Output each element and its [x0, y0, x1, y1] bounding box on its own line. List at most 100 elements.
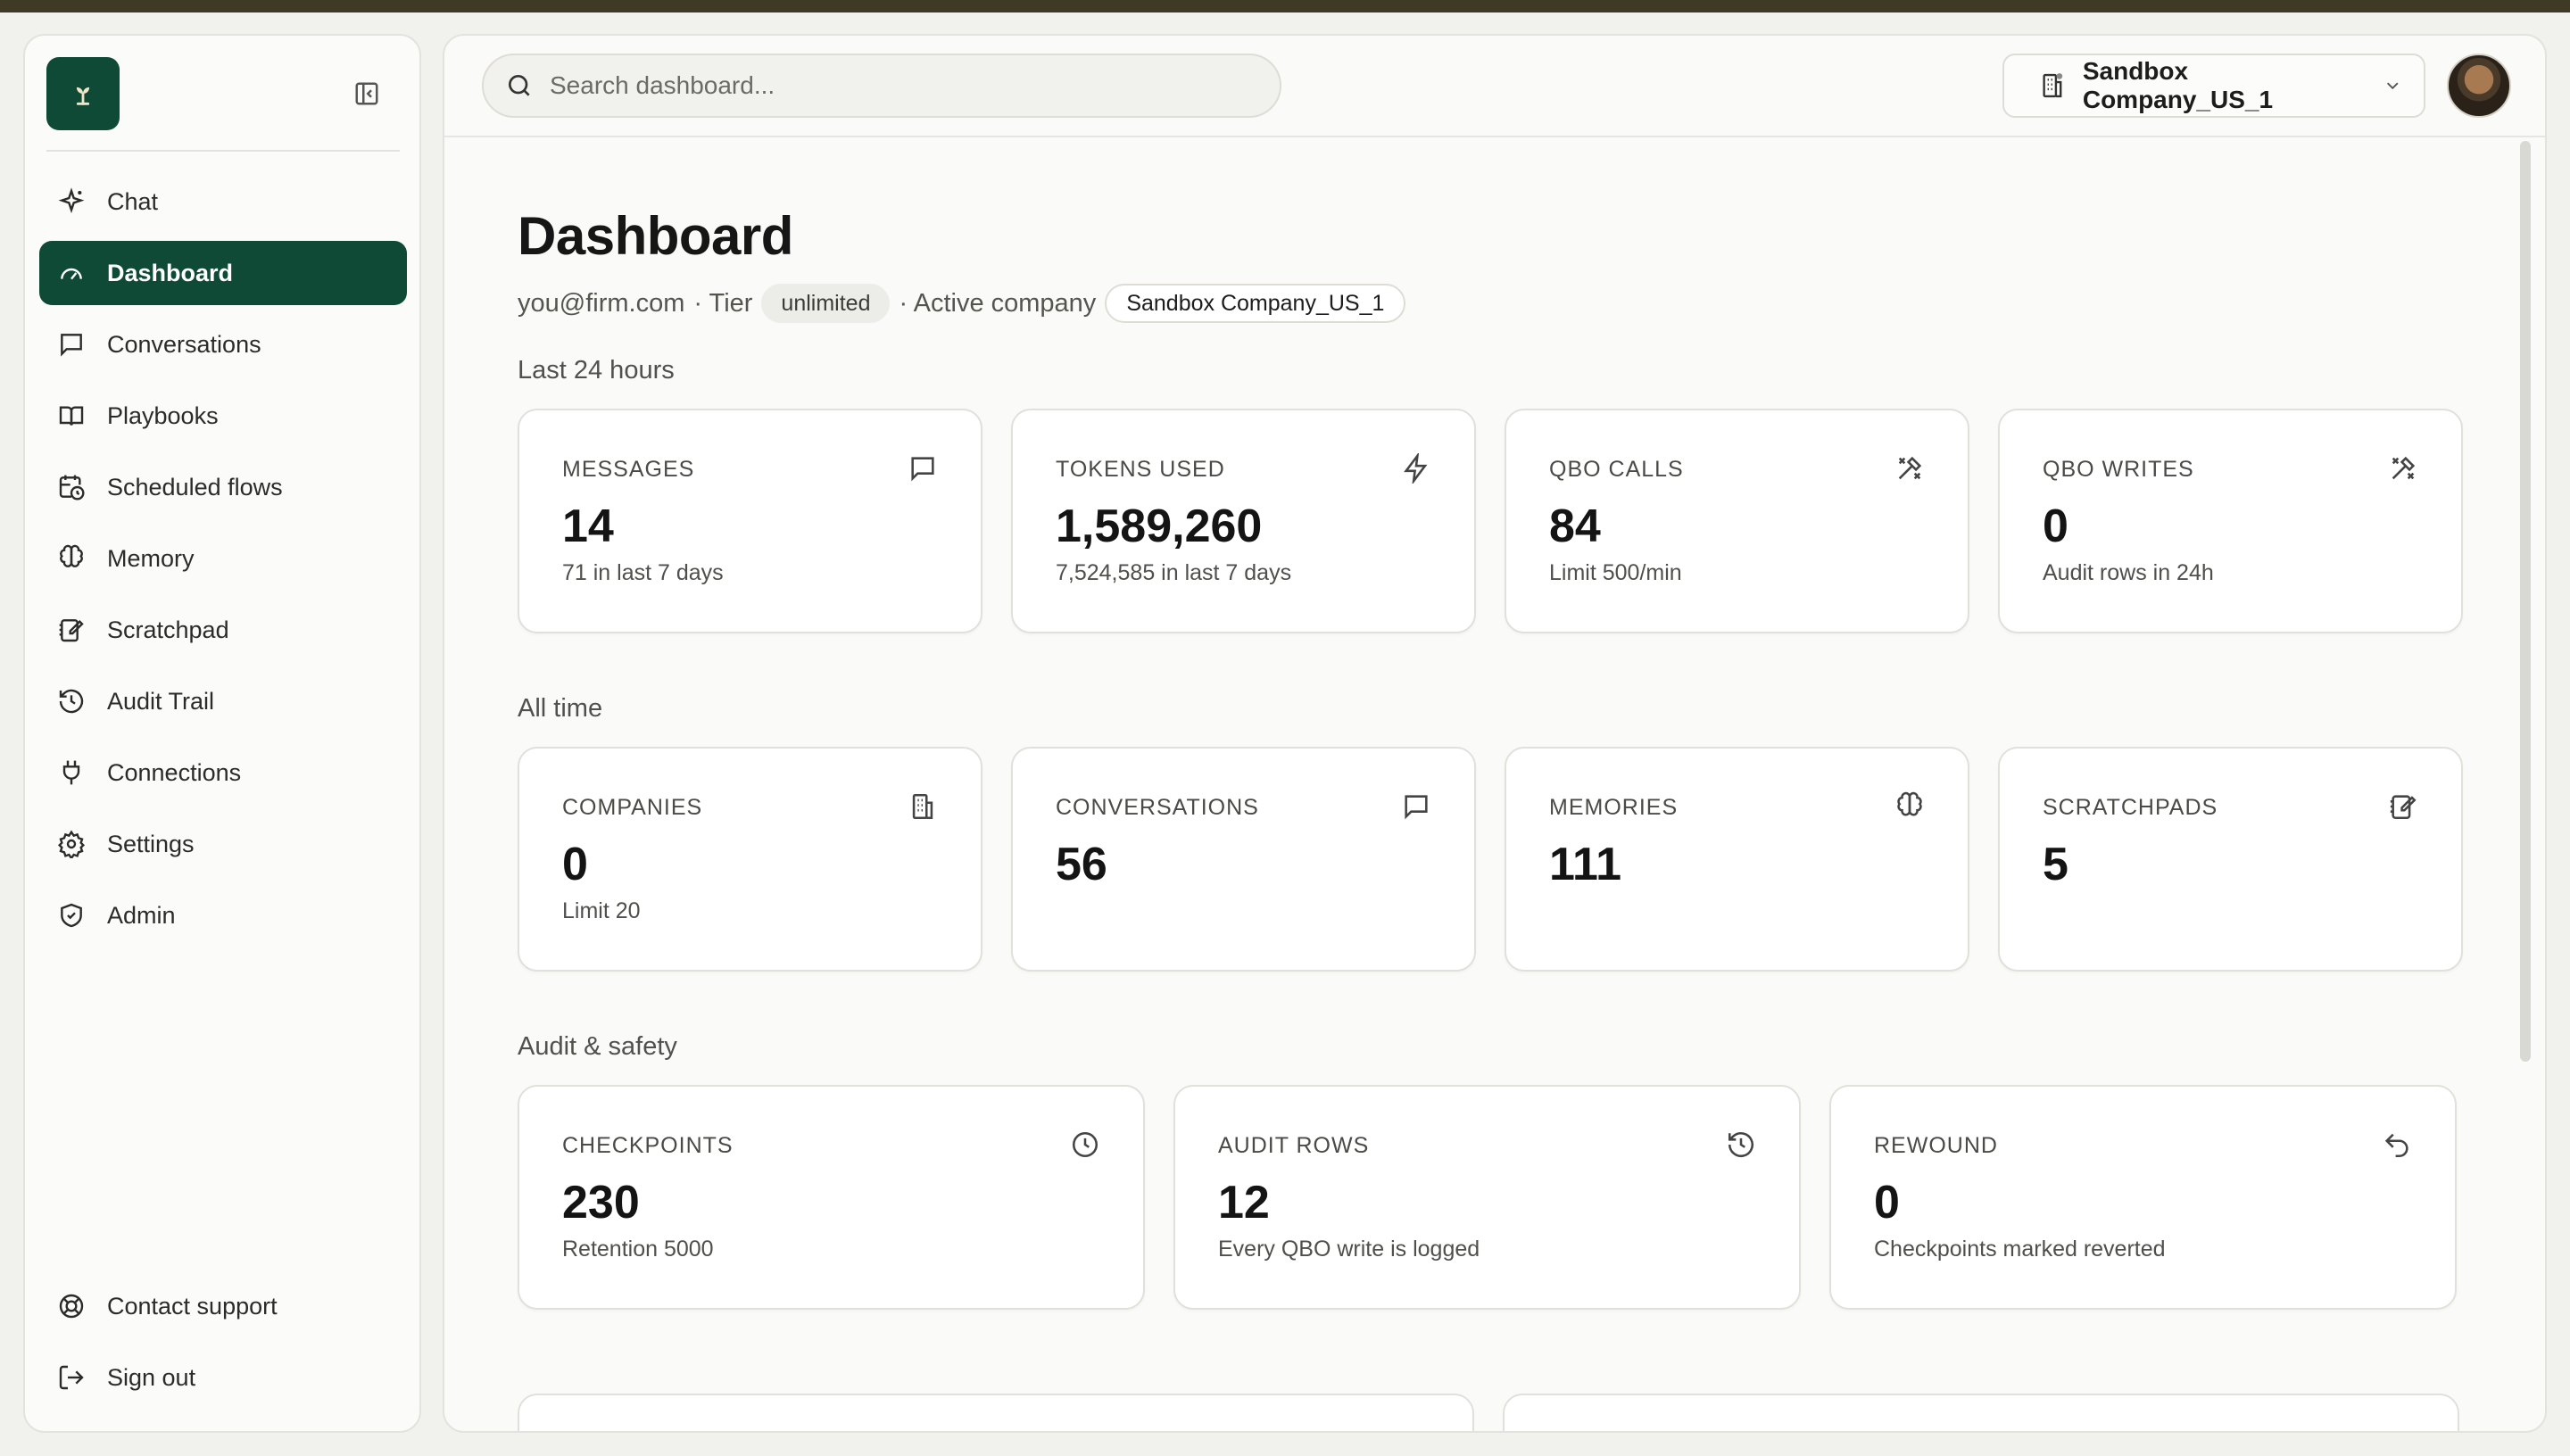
stat-card-scratchpads: SCRATCHPADS 5: [1998, 747, 2463, 972]
card-partial-left: [518, 1394, 1474, 1431]
tier-label: · Tier: [693, 288, 753, 318]
collapse-sidebar-button[interactable]: [352, 79, 382, 109]
active-company-badge: Sandbox Company_US_1: [1105, 284, 1406, 323]
notepad-icon: [59, 619, 84, 642]
card-partial-right: [1503, 1394, 2459, 1431]
gear-icon: [57, 830, 86, 858]
building-icon: [2043, 73, 2063, 98]
sidebar-item-admin[interactable]: Admin: [39, 883, 407, 947]
stat-value: 56: [1056, 839, 1107, 890]
cards-alltime: COMPANIES 0 Limit 20 CONVERSATIONS 56 ME…: [518, 747, 2463, 972]
stat-label: TOKENS USED: [1056, 457, 1225, 482]
message-icon: [61, 334, 82, 357]
avatar[interactable]: [2447, 54, 2511, 118]
stat-label: QBO WRITES: [2043, 457, 2194, 482]
active-company-label: · Active company: [899, 288, 1097, 318]
sidebar-item-label: Scratchpad: [107, 616, 229, 643]
stat-card-qbo-calls: QBO CALLS 84 Limit 500/min: [1505, 409, 1969, 633]
sidebar-item-scratchpad[interactable]: Scratchpad: [39, 598, 407, 662]
stat-label: MESSAGES: [562, 457, 695, 482]
search-bar[interactable]: [482, 54, 1281, 118]
stat-sub: Audit rows in 24h: [2043, 560, 2214, 585]
scrollbar[interactable]: [2520, 141, 2531, 1062]
stat-value: 0: [1874, 1177, 1900, 1228]
company-switcher[interactable]: Sandbox Company_US_1: [2002, 54, 2425, 118]
sidebar-item-connections[interactable]: Connections: [39, 740, 407, 805]
sidebar-item-conversations[interactable]: Conversations: [39, 312, 407, 376]
sidebar-item-label: Playbooks: [107, 401, 219, 429]
stat-card-companies: COMPANIES 0 Limit 20: [518, 747, 982, 972]
sidebar-item-chat[interactable]: Chat: [39, 170, 407, 234]
sidebar-item-label: Dashboard: [107, 259, 234, 286]
stat-card-tokens-used: TOKENS USED 1,589,260 7,524,585 in last …: [1011, 409, 1476, 633]
stat-label: REWOUND: [1874, 1133, 1998, 1158]
app-logo[interactable]: [46, 57, 120, 130]
sidebar-item-scheduled-flows[interactable]: Scheduled flows: [39, 455, 407, 519]
sidebar-item-label: Connections: [107, 758, 242, 786]
tier-badge: unlimited: [761, 284, 891, 323]
stat-sub: Checkpoints marked reverted: [1874, 1237, 2166, 1262]
plug-icon: [62, 760, 80, 785]
brain-icon: [60, 544, 83, 567]
sparkle-icon: [58, 187, 85, 214]
stat-value: 230: [562, 1177, 640, 1228]
sidebar-item-audit-trail[interactable]: Audit Trail: [39, 669, 407, 733]
sign-out-button[interactable]: Sign out: [39, 1345, 407, 1410]
sidebar-item-label: Conversations: [107, 330, 261, 358]
undo-icon: [2384, 1133, 2408, 1158]
sidebar-item-label: Admin: [107, 901, 176, 929]
sign-out-icon: [59, 1365, 84, 1390]
sidebar: Chat Dashboard Conversations Playbooks S…: [23, 34, 421, 1433]
account-summary: you@firm.com · Tier unlimited · Active c…: [518, 283, 2463, 324]
sidebar-item-memory[interactable]: Memory: [39, 526, 407, 591]
sidebar-item-label: Chat: [107, 187, 159, 215]
stat-value: 12: [1218, 1177, 1270, 1228]
cards-audit: CHECKPOINTS 230 Retention 5000 AUDIT ROW…: [518, 1085, 2463, 1310]
search-input[interactable]: [550, 71, 1246, 100]
sidebar-item-dashboard[interactable]: Dashboard: [39, 241, 407, 305]
section-label-alltime: All time: [518, 694, 603, 723]
chevron-down-icon: [2386, 82, 2399, 90]
stat-sub: Every QBO write is logged: [1218, 1237, 1480, 1262]
stat-value: 0: [2043, 500, 2068, 552]
sidebar-item-label: Audit Trail: [107, 687, 215, 715]
shield-icon: [61, 903, 82, 928]
window-top-strip: [0, 0, 2570, 12]
main-panel: Sandbox Company_US_1 Dashboard you@firm.…: [443, 34, 2547, 1433]
contact-support-button[interactable]: Contact support: [39, 1274, 407, 1338]
lifebuoy-icon: [59, 1294, 84, 1319]
message-icon: [911, 457, 934, 482]
stat-card-audit-rows: AUDIT ROWS 12 Every QBO write is logged: [1173, 1085, 1801, 1310]
history-icon: [59, 689, 84, 714]
sidebar-divider: [46, 150, 400, 152]
stat-sub: 71 in last 7 days: [562, 560, 724, 585]
contact-support-label: Contact support: [107, 1292, 278, 1320]
stat-card-qbo-writes: QBO WRITES 0 Audit rows in 24h: [1998, 409, 2463, 633]
tools-icon: [1898, 456, 1922, 480]
stat-value: 5: [2043, 839, 2068, 890]
stat-sub: Retention 5000: [562, 1237, 714, 1262]
top-header: Sandbox Company_US_1: [444, 36, 2545, 137]
cards-last24: MESSAGES 14 71 in last 7 days TOKENS USE…: [518, 409, 2463, 633]
sprout-icon: [76, 87, 90, 105]
sidebar-item-settings[interactable]: Settings: [39, 812, 407, 876]
stat-label: CONVERSATIONS: [1056, 795, 1259, 820]
panel-left-icon: [355, 82, 378, 105]
stat-label: QBO CALLS: [1549, 457, 1684, 482]
stat-label: COMPANIES: [562, 795, 703, 820]
message-icon: [1405, 795, 1428, 820]
stat-label: SCRATCHPADS: [2043, 795, 2218, 820]
sidebar-item-label: Scheduled flows: [107, 473, 283, 500]
dashboard-content: Dashboard you@firm.com · Tier unlimited …: [518, 205, 2463, 1310]
sidebar-nav: Chat Dashboard Conversations Playbooks S…: [39, 170, 407, 955]
book-icon: [59, 406, 84, 426]
stat-card-memories: MEMORIES 111: [1505, 747, 1969, 972]
sidebar-item-playbooks[interactable]: Playbooks: [39, 384, 407, 448]
stat-card-checkpoints: CHECKPOINTS 230 Retention 5000: [518, 1085, 1145, 1310]
section-label-last24: Last 24 hours: [518, 356, 675, 385]
stat-label: MEMORIES: [1549, 795, 1679, 820]
tools-icon: [2392, 456, 2416, 480]
stat-value: 111: [1549, 839, 1622, 890]
stat-card-rewound: REWOUND 0 Checkpoints marked reverted: [1829, 1085, 2457, 1310]
user-email: you@firm.com: [518, 288, 685, 318]
